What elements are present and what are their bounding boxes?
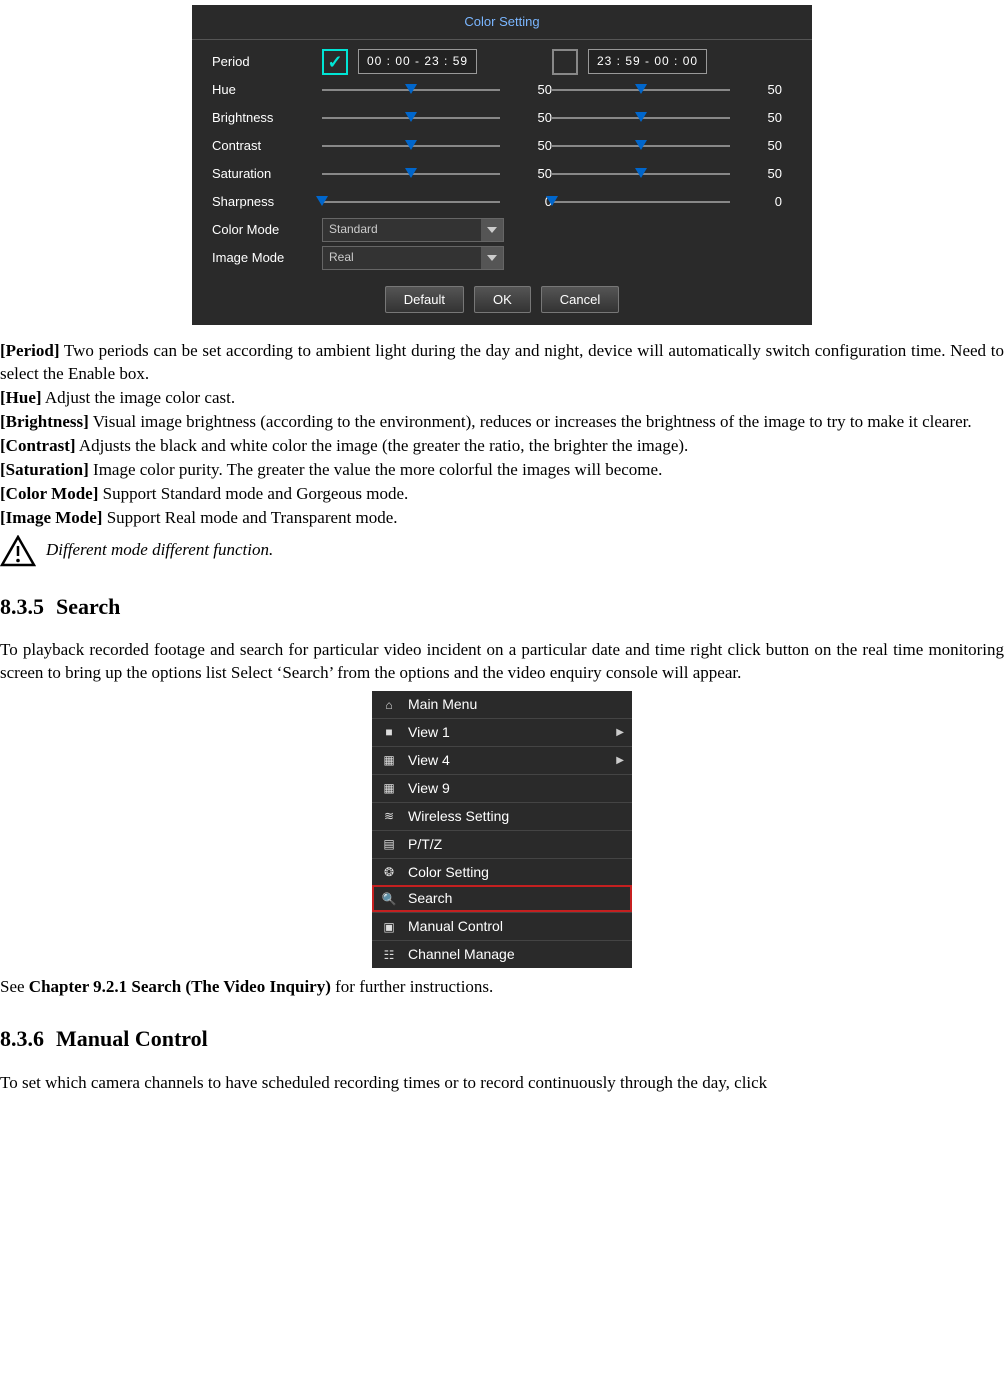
label-image-mode: Image Mode xyxy=(212,249,322,267)
period2-enable-checkbox[interactable] xyxy=(552,49,578,75)
def-period: [Period] Two periods can be set accordin… xyxy=(0,340,1004,386)
manual-paragraph: To set which camera channels to have sch… xyxy=(0,1072,1004,1095)
menu-search[interactable]: 🔍 Search xyxy=(372,885,632,912)
color-mode-value: Standard xyxy=(323,221,481,237)
label-contrast: Contrast xyxy=(212,137,322,155)
image-mode-select[interactable]: Real xyxy=(322,246,504,270)
image-mode-value: Real xyxy=(323,249,481,265)
brightness-slider-2[interactable]: 50 xyxy=(552,109,782,127)
color-icon: ❂ xyxy=(380,864,398,880)
label-sharpness: Sharpness xyxy=(212,193,322,211)
dialog-title: Color Setting xyxy=(192,5,812,40)
menu-view-4[interactable]: ▦ View 4 ▶ xyxy=(372,746,632,774)
contrast-slider-1[interactable]: 50 xyxy=(322,137,552,155)
label-period: Period xyxy=(212,53,322,71)
def-contrast: [Contrast] Adjusts the black and white c… xyxy=(0,435,1004,458)
manual-icon: ▣ xyxy=(380,919,398,935)
saturation-value-1: 50 xyxy=(512,165,552,183)
view9-icon: ▦ xyxy=(380,780,398,796)
brightness-value-1: 50 xyxy=(512,109,552,127)
hue-value-2: 50 xyxy=(742,81,782,99)
view4-icon: ▦ xyxy=(380,752,398,768)
def-color-mode: [Color Mode] Support Standard mode and G… xyxy=(0,483,1004,506)
menu-main-menu[interactable]: ⌂ Main Menu xyxy=(372,691,632,718)
hue-slider-2[interactable]: 50 xyxy=(552,81,782,99)
ok-button[interactable]: OK xyxy=(474,286,531,314)
contrast-value-2: 50 xyxy=(742,137,782,155)
label-saturation: Saturation xyxy=(212,165,322,183)
submenu-arrow-icon: ▶ xyxy=(616,726,624,740)
brightness-value-2: 50 xyxy=(742,109,782,127)
warning-text: Different mode different function. xyxy=(46,539,273,562)
view1-icon: ■ xyxy=(380,724,398,740)
search-icon: 🔍 xyxy=(380,891,398,907)
menu-manual-control[interactable]: ▣ Manual Control xyxy=(372,912,632,940)
label-brightness: Brightness xyxy=(212,109,322,127)
section-search-heading: 8.3.5Search xyxy=(0,592,1004,622)
menu-view-1[interactable]: ■ View 1 ▶ xyxy=(372,718,632,746)
saturation-slider-2[interactable]: 50 xyxy=(552,165,782,183)
period1-time-input[interactable]: 00 : 00 - 23 : 59 xyxy=(358,49,477,73)
section-manual-heading: 8.3.6Manual Control xyxy=(0,1024,1004,1054)
ptz-icon: ▤ xyxy=(380,836,398,852)
default-button[interactable]: Default xyxy=(385,286,464,314)
def-image-mode: [Image Mode] Support Real mode and Trans… xyxy=(0,507,1004,530)
sharpness-slider-2[interactable]: 0 xyxy=(552,193,782,211)
brightness-slider-1[interactable]: 50 xyxy=(322,109,552,127)
menu-view-9[interactable]: ▦ View 9 xyxy=(372,774,632,802)
home-icon: ⌂ xyxy=(380,697,398,713)
saturation-value-2: 50 xyxy=(742,165,782,183)
hue-value-1: 50 xyxy=(512,81,552,99)
def-saturation: [Saturation] Image color purity. The gre… xyxy=(0,459,1004,482)
menu-color-setting[interactable]: ❂ Color Setting xyxy=(372,858,632,886)
channel-icon: ☷ xyxy=(380,947,398,963)
def-brightness: [Brightness] Visual image brightness (ac… xyxy=(0,411,1004,434)
warning-note: Different mode different function. xyxy=(0,535,1004,567)
context-menu: ⌂ Main Menu ■ View 1 ▶ ▦ View 4 ▶ ▦ View… xyxy=(372,691,632,968)
saturation-slider-1[interactable]: 50 xyxy=(322,165,552,183)
dropdown-arrow-icon xyxy=(481,219,503,241)
sharpness-value-2: 0 xyxy=(742,193,782,211)
search-paragraph: To playback recorded footage and search … xyxy=(0,639,1004,685)
contrast-value-1: 50 xyxy=(512,137,552,155)
label-color-mode: Color Mode xyxy=(212,221,322,239)
sharpness-slider-1[interactable]: 0 xyxy=(322,193,552,211)
cancel-button[interactable]: Cancel xyxy=(541,286,619,314)
menu-channel-manage[interactable]: ☷ Channel Manage xyxy=(372,940,632,968)
dropdown-arrow-icon xyxy=(481,247,503,269)
color-mode-select[interactable]: Standard xyxy=(322,218,504,242)
warning-icon xyxy=(0,535,36,567)
wifi-icon: ≋ xyxy=(380,808,398,824)
menu-ptz[interactable]: ▤ P/T/Z xyxy=(372,830,632,858)
period2-time-input[interactable]: 23 : 59 - 00 : 00 xyxy=(588,49,707,73)
color-setting-dialog: Color Setting Period 00 : 00 - 23 : 59 2… xyxy=(192,5,812,325)
see-reference: See Chapter 9.2.1 Search (The Video Inqu… xyxy=(0,976,1004,999)
menu-wireless-setting[interactable]: ≋ Wireless Setting xyxy=(372,802,632,830)
def-hue: [Hue] Adjust the image color cast. xyxy=(0,387,1004,410)
hue-slider-1[interactable]: 50 xyxy=(322,81,552,99)
contrast-slider-2[interactable]: 50 xyxy=(552,137,782,155)
period1-enable-checkbox[interactable] xyxy=(322,49,348,75)
submenu-arrow-icon: ▶ xyxy=(616,754,624,768)
label-hue: Hue xyxy=(212,81,322,99)
